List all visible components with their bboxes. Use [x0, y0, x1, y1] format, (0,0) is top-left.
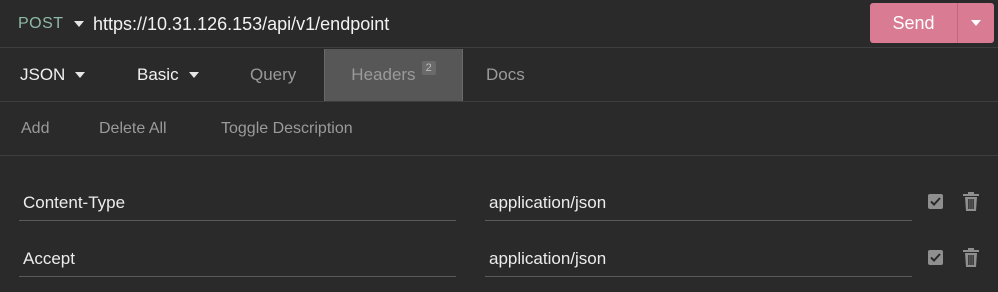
tab-headers[interactable]: Headers 2	[324, 49, 463, 101]
headers-toolbar: Add Delete All Toggle Description	[0, 102, 998, 156]
header-row	[0, 231, 998, 287]
chevron-down-icon	[188, 72, 199, 78]
header-value-input[interactable]	[485, 241, 912, 277]
tab-docs-label: Docs	[486, 65, 525, 84]
tab-body-label: JSON	[20, 65, 66, 84]
method-label: POST	[18, 15, 64, 32]
tab-auth[interactable]: Basic	[137, 49, 199, 101]
checkmark-icon	[930, 197, 941, 206]
request-tabs: JSON Basic Query Headers 2 Docs	[0, 49, 998, 102]
header-value-input[interactable]	[485, 185, 912, 221]
tab-body[interactable]: JSON	[20, 49, 86, 101]
delete-all-button[interactable]: Delete All	[99, 102, 167, 156]
checkmark-icon	[930, 253, 941, 262]
chevron-down-icon	[971, 20, 981, 26]
tab-auth-label: Basic	[137, 65, 179, 84]
tab-query-label: Query	[250, 65, 297, 84]
add-header-button[interactable]: Add	[21, 102, 49, 156]
header-name-input[interactable]	[19, 241, 456, 277]
url-input[interactable]	[93, 13, 853, 35]
send-options-button[interactable]	[957, 3, 994, 43]
header-name-input[interactable]	[19, 185, 456, 221]
chevron-down-icon	[73, 21, 84, 27]
request-bar: POST Send	[0, 0, 998, 48]
trash-icon[interactable]	[962, 192, 980, 212]
tab-docs[interactable]: Docs	[486, 49, 525, 101]
trash-icon[interactable]	[962, 248, 980, 268]
headers-count-badge: 2	[421, 61, 436, 75]
chevron-down-icon	[75, 72, 86, 78]
enabled-checkbox[interactable]	[928, 194, 943, 209]
tab-headers-label: Headers	[351, 65, 416, 84]
tab-query[interactable]: Query	[250, 49, 296, 101]
toggle-description-button[interactable]: Toggle Description	[221, 102, 353, 156]
send-button[interactable]: Send	[870, 3, 957, 43]
header-row	[0, 175, 998, 231]
enabled-checkbox[interactable]	[928, 250, 943, 265]
method-selector[interactable]: POST	[18, 0, 84, 48]
